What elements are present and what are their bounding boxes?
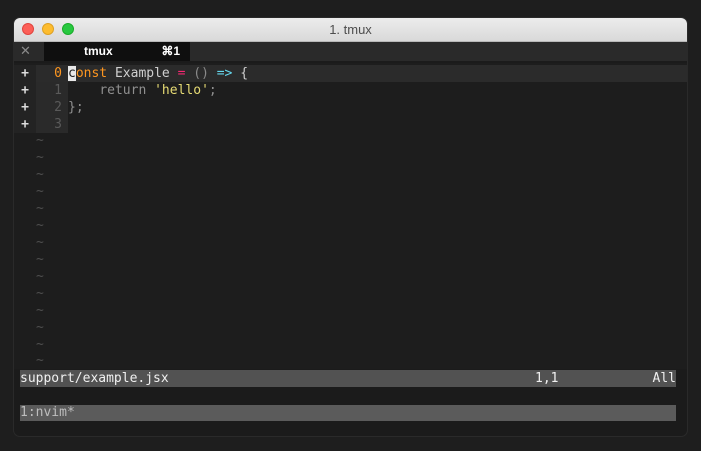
text-cursor: c: [68, 66, 76, 81]
empty-line-marker: ~: [36, 303, 44, 318]
title-bar: 1. tmux: [14, 18, 687, 42]
empty-line-marker: ~: [36, 201, 44, 216]
window-title: 1. tmux: [329, 22, 372, 37]
empty-line-marker: ~: [36, 184, 44, 199]
code-line[interactable]: + 2 };: [14, 99, 687, 116]
code-text: return 'hello';: [68, 82, 217, 99]
empty-line-marker: ~: [36, 150, 44, 165]
tmux-window-label[interactable]: 1:nvim*: [20, 405, 75, 421]
keyword-token: onst: [75, 66, 108, 81]
line-number: 2: [36, 99, 68, 116]
tab-label: tmux: [84, 44, 113, 58]
line-number: 1: [36, 82, 68, 99]
semicolon-token: ;: [208, 83, 217, 98]
empty-line-marker: ~: [36, 353, 44, 368]
tab-tmux[interactable]: tmux ⌘1: [44, 42, 190, 61]
tab-bar: ✕ tmux ⌘1: [14, 42, 687, 61]
empty-line-marker: ~: [36, 269, 44, 284]
git-added-sign: +: [14, 99, 36, 116]
arrow-token: =>: [208, 66, 233, 81]
line-number: 0: [36, 65, 68, 82]
statusline-cursor-position: 1,1: [535, 371, 559, 386]
tmux-status-bar: 1:nvim*: [20, 405, 676, 421]
empty-line-marker: ~: [36, 252, 44, 267]
empty-line-marker: ~: [36, 218, 44, 233]
code-text: const Example = () => {: [68, 65, 248, 82]
close-tab-icon[interactable]: ✕: [20, 43, 31, 59]
brace-token: {: [232, 66, 249, 81]
terminal-window: 1. tmux ✕ tmux ⌘1 + 0 const Example = ()…: [14, 18, 687, 436]
line-number: 3: [36, 116, 68, 133]
keyword-token: return: [99, 83, 147, 98]
tab-shortcut: ⌘1: [161, 44, 180, 58]
identifier-token: Example: [107, 66, 178, 81]
empty-line-marker: ~: [36, 337, 44, 352]
code-text: };: [68, 100, 84, 115]
git-added-sign: +: [14, 65, 36, 82]
git-added-sign: +: [14, 116, 36, 133]
code-line[interactable]: + 3: [14, 116, 687, 133]
editor-pane[interactable]: + 0 const Example = () => { + 1 return '…: [14, 63, 687, 369]
parens-token: (): [185, 66, 209, 81]
empty-line-marker: ~: [36, 133, 44, 148]
git-added-sign: +: [14, 82, 36, 99]
empty-line-marker: ~: [36, 320, 44, 335]
string-token: 'hello': [154, 83, 209, 98]
empty-line-marker: ~: [36, 167, 44, 182]
vim-statusline: support/example.jsx 1,1 All: [20, 370, 676, 387]
code-line[interactable]: + 0 const Example = () => {: [14, 65, 687, 82]
statusline-scroll: All: [652, 371, 676, 386]
statusline-filename: support/example.jsx: [20, 371, 169, 386]
empty-line-marker: ~: [36, 286, 44, 301]
code-line[interactable]: + 1 return 'hello';: [14, 82, 687, 99]
empty-line-marker: ~: [36, 235, 44, 250]
